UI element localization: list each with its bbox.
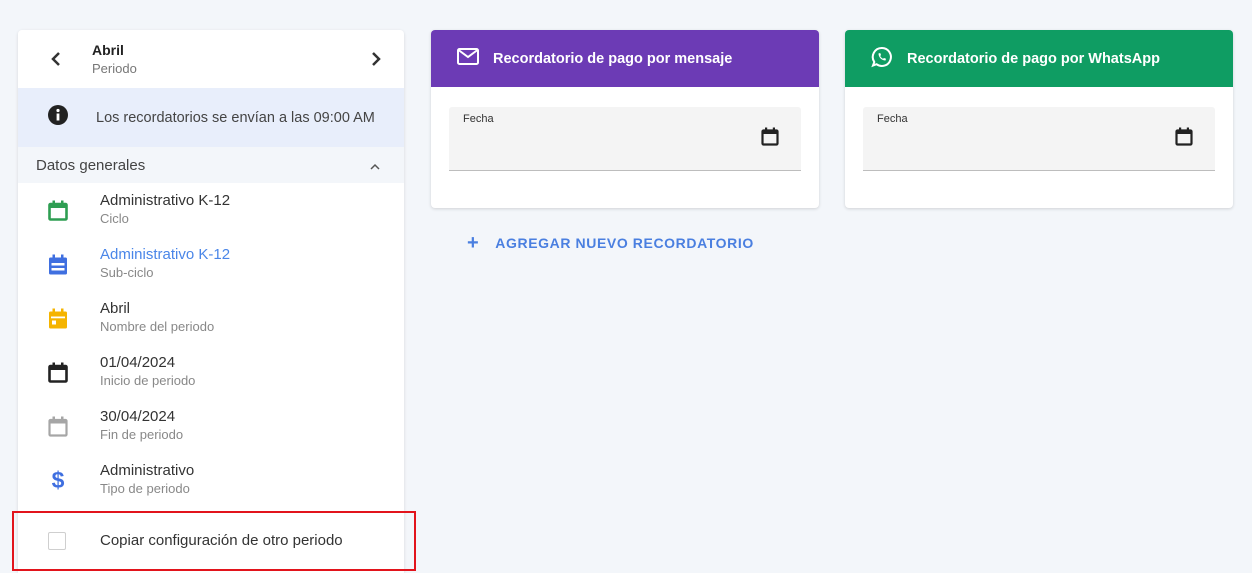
list-item-ciclo: Administrativo K-12 Ciclo [18,183,404,237]
period-name: Abril [92,42,124,58]
copy-config-label: Copiar configuración de otro periodo [100,532,343,549]
info-icon [48,105,68,130]
general-section-header[interactable]: Datos generales [18,147,404,183]
period-label: Periodo [92,61,137,76]
date-field-label: Fecha [877,113,908,125]
chevron-left-icon[interactable] [48,51,64,67]
date-field-label: Fecha [463,113,494,125]
calendar-icon[interactable] [1175,127,1193,151]
calendar-icon [48,361,68,383]
dollar-icon: $ [48,468,68,492]
section-title: Datos generales [36,156,146,174]
item-value: 30/04/2024 [100,408,176,425]
list-item-inicio-periodo: 01/04/2024 Inicio de periodo [18,345,404,399]
item-label: Sub-ciclo [100,265,154,280]
calendar-icon [48,199,68,221]
calendar-icon [48,307,68,329]
copy-config-row[interactable]: Copiar configuración de otro periodo [12,511,416,571]
list-item-sub-ciclo: Administrativo K-12 Sub-ciclo [18,237,404,291]
list-item-fin-periodo: 30/04/2024 Fin de periodo [18,399,404,453]
period-title: Abril Periodo [92,42,368,76]
item-label: Ciclo [100,211,129,226]
plus-icon: + [467,232,480,254]
period-header: Abril Periodo [18,30,404,88]
item-label: Nombre del periodo [100,319,215,334]
card-header: Recordatorio de pago por mensaje [431,30,819,87]
calendar-icon [48,253,68,275]
item-label: Fin de periodo [100,427,184,442]
add-reminder-label: AGREGAR NUEVO RECORDATORIO [495,235,754,251]
add-reminder-button[interactable]: + AGREGAR NUEVO RECORDATORIO [467,233,754,253]
period-sidebar: Abril Periodo Los recordatorios se envía… [18,30,404,573]
reminder-card-message: Recordatorio de pago por mensaje Fecha [431,30,819,208]
list-item-nombre-periodo: Abril Nombre del periodo [18,291,404,345]
card-title: Recordatorio de pago por WhatsApp [907,50,1160,67]
reminder-card-whatsapp: Recordatorio de pago por WhatsApp Fecha [845,30,1233,208]
list-item-tipo-periodo: $ Administrativo Tipo de periodo [18,453,404,507]
item-label: Tipo de periodo [100,481,190,496]
whatsapp-icon [871,46,893,72]
item-value: Administrativo [100,462,195,479]
card-title: Recordatorio de pago por mensaje [493,50,733,67]
calendar-icon[interactable] [761,127,779,151]
card-header: Recordatorio de pago por WhatsApp [845,30,1233,87]
chevron-right-icon[interactable] [368,51,384,67]
date-field[interactable]: Fecha [863,107,1215,171]
info-text: Los recordatorios se envían a las 09:00 … [96,109,375,126]
item-label: Inicio de periodo [100,373,196,388]
item-value[interactable]: Administrativo K-12 [100,246,230,264]
item-value: 01/04/2024 [100,354,176,371]
svg-text:$: $ [52,468,65,492]
chevron-up-icon[interactable] [370,157,380,174]
date-field[interactable]: Fecha [449,107,801,171]
info-banner: Los recordatorios se envían a las 09:00 … [18,88,404,147]
copy-config-checkbox[interactable] [48,532,66,550]
general-list: Administrativo K-12 Ciclo Administrativo… [18,183,404,507]
calendar-icon [48,415,68,437]
item-value: Abril [100,300,131,317]
item-value: Administrativo K-12 [100,192,231,209]
mail-icon [457,48,479,69]
